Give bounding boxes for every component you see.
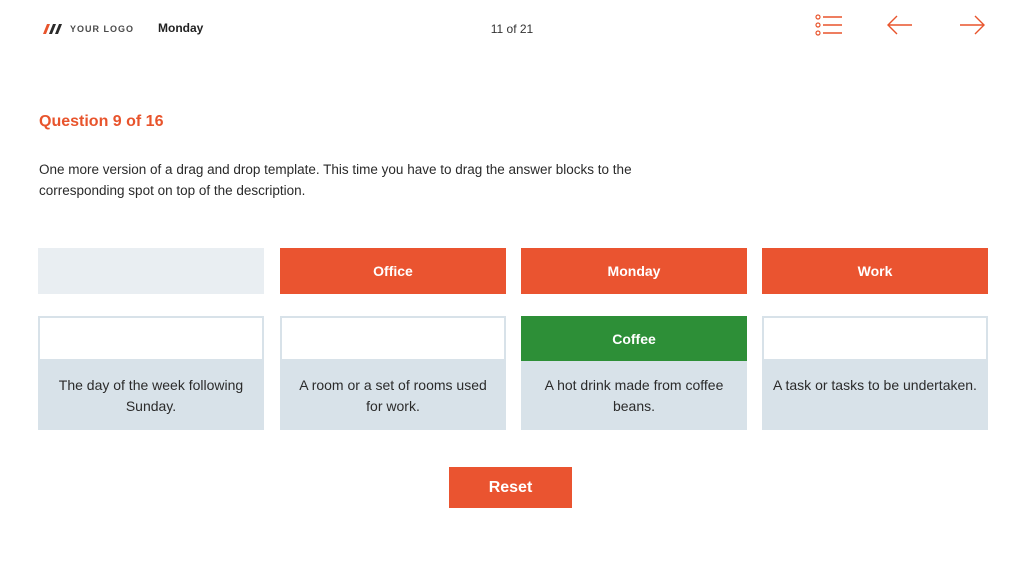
- arrow-right-icon: [960, 15, 985, 35]
- drop-zone-1[interactable]: [40, 318, 262, 359]
- description-card-1: The day of the week following Sunday.: [38, 316, 264, 430]
- card-description: The day of the week following Sunday.: [58, 377, 244, 414]
- description-card-4: A task or tasks to be undertaken.: [762, 316, 988, 430]
- drop-zone-4[interactable]: [764, 318, 986, 359]
- page-counter: 11 of 21: [490, 22, 534, 36]
- card-description: A hot drink made from coffee beans.: [544, 377, 724, 414]
- empty-answer-slot: [38, 248, 264, 294]
- question-instructions: One more version of a drag and drop temp…: [39, 162, 632, 198]
- description-card-3: Coffee A hot drink made from coffee bean…: [521, 316, 747, 430]
- list-menu-icon: [815, 14, 842, 36]
- answer-block-work[interactable]: Work: [762, 248, 988, 294]
- card-description: A task or tasks to be undertaken.: [773, 377, 977, 393]
- reset-button[interactable]: Reset: [449, 467, 572, 508]
- answer-block-office[interactable]: Office: [280, 248, 506, 294]
- description-card-2: A room or a set of rooms used for work.: [280, 316, 506, 430]
- dropped-answer-coffee[interactable]: Coffee: [521, 316, 747, 361]
- previous-button[interactable]: [884, 12, 916, 38]
- next-button[interactable]: [956, 12, 988, 38]
- answer-block-monday[interactable]: Monday: [521, 248, 747, 294]
- question-title: Question 9 of 16: [39, 113, 164, 130]
- arrow-left-icon: [887, 15, 912, 35]
- card-description: A room or a set of rooms used for work.: [299, 377, 487, 414]
- drop-zone-2[interactable]: [282, 318, 504, 359]
- menu-button[interactable]: [813, 12, 845, 38]
- top-bar: YOUR LOGO Monday 11 of 21: [0, 0, 1024, 56]
